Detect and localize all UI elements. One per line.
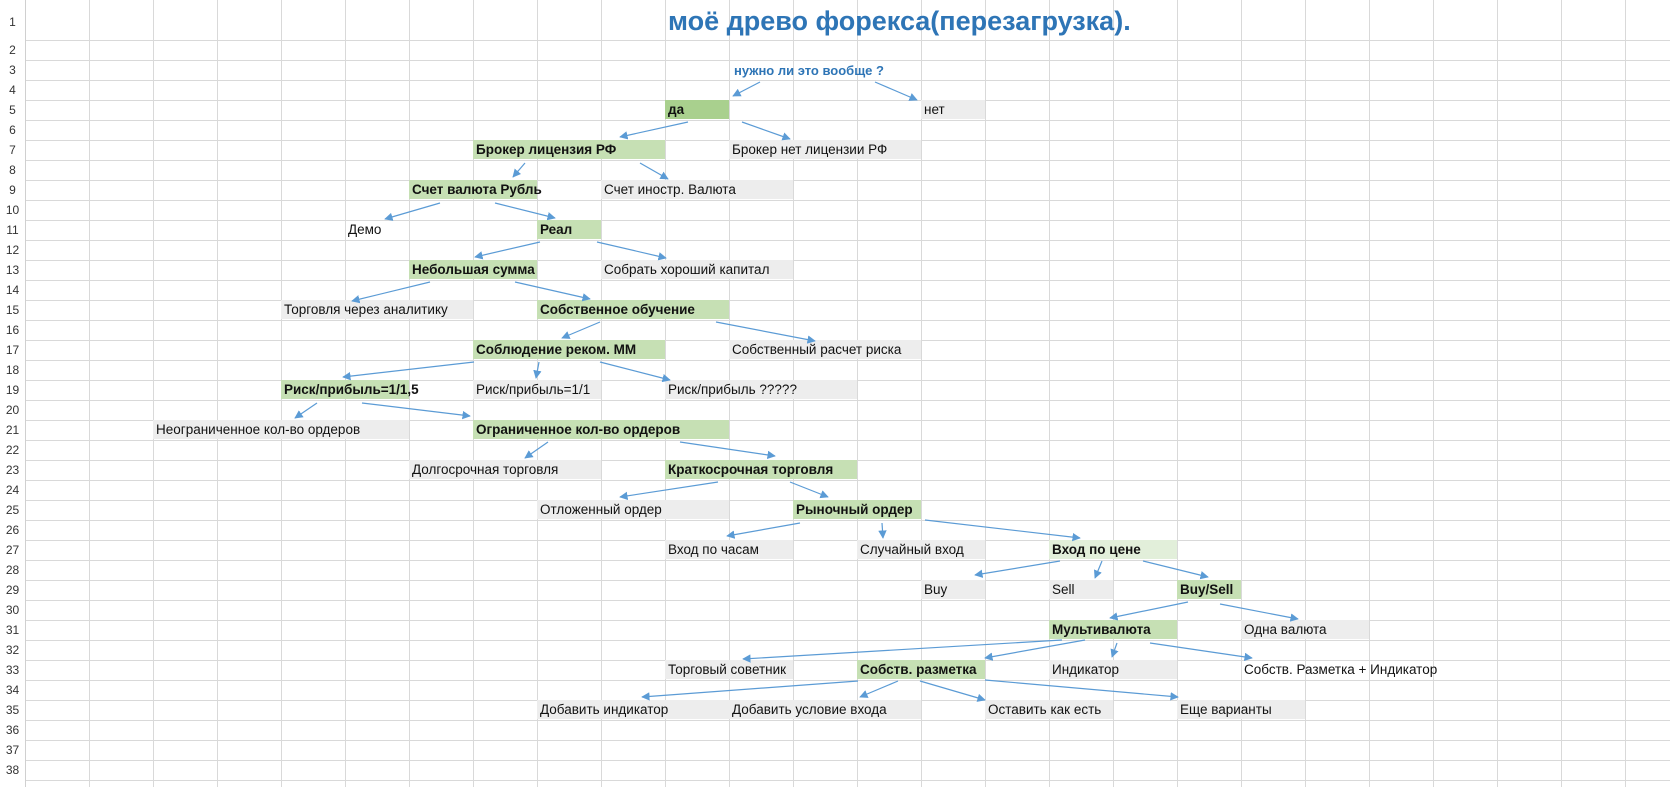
arrow <box>878 522 887 539</box>
arrow <box>596 241 667 261</box>
arrow <box>639 162 669 180</box>
arrow <box>859 680 899 698</box>
arrow <box>619 481 719 501</box>
arrow <box>726 522 801 539</box>
connector-arrows <box>294 81 1299 702</box>
arrow <box>741 121 791 141</box>
arrow <box>679 441 776 460</box>
arrow <box>919 680 986 702</box>
arrow <box>924 519 1081 542</box>
arrow <box>351 281 431 304</box>
arrow <box>974 560 1061 578</box>
arrow <box>561 321 601 339</box>
arrow <box>874 81 918 101</box>
arrow <box>984 679 1179 701</box>
arrow <box>742 639 1063 663</box>
arrow <box>1093 560 1103 579</box>
arrow <box>715 321 816 344</box>
arrow <box>641 680 859 701</box>
arrow <box>619 121 689 140</box>
arrow <box>342 361 475 381</box>
arrow <box>1149 642 1253 662</box>
arrow <box>533 361 542 379</box>
arrow <box>599 361 671 383</box>
arrow <box>984 639 1086 661</box>
arrow <box>1109 601 1189 621</box>
arrow <box>361 402 471 420</box>
arrow <box>1219 603 1299 622</box>
arrow <box>494 202 556 221</box>
arrow <box>732 81 761 97</box>
arrow <box>514 281 591 302</box>
arrow <box>1142 560 1209 580</box>
spreadsheet: 1 2 3 4 5 6 7 8 9 10 11 12 13 14 15 16 17 18 19 20 21 22 23 24 2… <box>0 0 1670 787</box>
arrow <box>1110 642 1119 658</box>
arrow <box>294 402 318 419</box>
arrow <box>474 241 541 260</box>
arrow <box>512 162 526 178</box>
arrow <box>524 441 549 459</box>
arrow <box>384 202 441 221</box>
arrow <box>789 481 829 499</box>
